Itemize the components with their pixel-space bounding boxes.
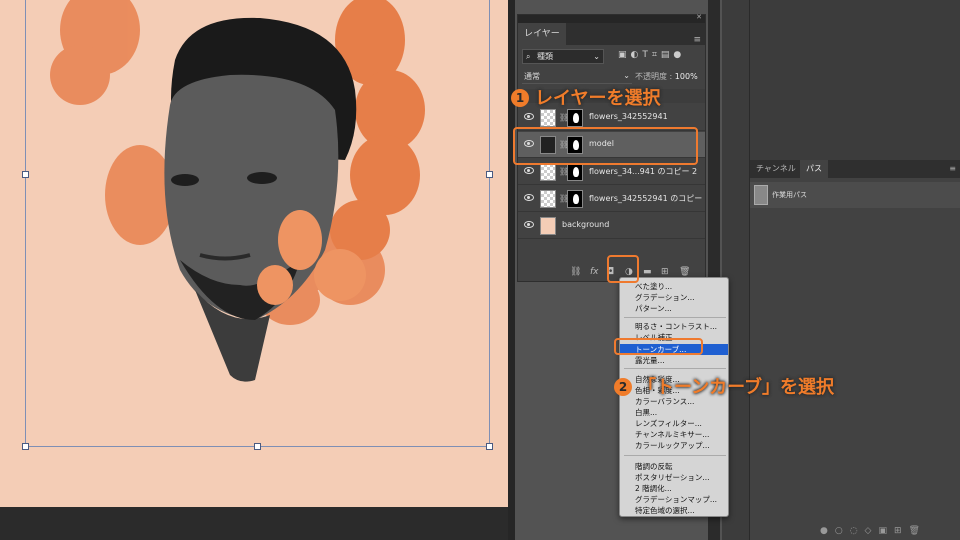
kind-filter-value: 種類 bbox=[537, 52, 553, 61]
panel-menu-icon[interactable]: ≡ bbox=[949, 164, 956, 173]
layer-thumbnail bbox=[540, 217, 556, 235]
highlight-curves-item bbox=[614, 338, 703, 355]
fx-icon[interactable]: fx bbox=[590, 267, 599, 277]
blend-opacity-row: 通常 ⌄ 不透明度 : 100% bbox=[522, 71, 703, 85]
menu-item-color-lookup[interactable]: カラールックアップ... bbox=[620, 440, 728, 451]
transform-handle-bottom-right[interactable] bbox=[486, 443, 493, 450]
menu-item-invert[interactable]: 階調の反転 bbox=[620, 461, 728, 472]
link-layers-icon[interactable]: ⛓ bbox=[570, 267, 581, 277]
eye-icon[interactable] bbox=[524, 221, 534, 228]
step2-number: 2 bbox=[614, 378, 632, 396]
layer-name: flowers_342552941 のコピー bbox=[589, 194, 703, 203]
layer-mask-thumbnail[interactable] bbox=[567, 109, 583, 127]
step2-text: 「トーンカーブ」を選択 bbox=[638, 377, 835, 398]
layer-mask-thumbnail[interactable] bbox=[567, 190, 583, 208]
menu-item-gradient[interactable]: グラデーション... bbox=[620, 292, 728, 303]
new-layer-icon[interactable]: ⊞ bbox=[661, 267, 669, 277]
canvas-scroll-gutter bbox=[508, 0, 515, 540]
layer-filter-row: ⌕ 種類 ⌄ ▣◐T⌗▤● bbox=[522, 49, 703, 65]
menu-separator bbox=[624, 368, 726, 369]
menu-item-posterize[interactable]: ポスタリゼーション... bbox=[620, 472, 728, 483]
step1-text: レイヤーを選択 bbox=[535, 88, 661, 109]
menu-item-channel-mixer[interactable]: チャンネルミキサー... bbox=[620, 429, 728, 440]
document-canvas-area[interactable] bbox=[0, 0, 515, 540]
layer-row[interactable]: background bbox=[518, 213, 705, 239]
trash-icon[interactable]: 🗑 bbox=[679, 267, 690, 277]
eye-icon[interactable] bbox=[524, 113, 534, 120]
transform-handle-bottom-left[interactable] bbox=[22, 443, 29, 450]
layer-thumbnail bbox=[540, 190, 556, 208]
step2-annotation: 2 「トーンカーブ」を選択 bbox=[614, 373, 834, 399]
menu-item-exposure[interactable]: 露光量... bbox=[620, 355, 728, 366]
path-row[interactable]: 作業用パス bbox=[750, 182, 960, 208]
menu-separator bbox=[624, 317, 726, 318]
opacity-label: 不透明度 : bbox=[635, 72, 673, 81]
menu-item-black-white[interactable]: 白黒... bbox=[620, 407, 728, 418]
opacity-control[interactable]: 不透明度 : 100% bbox=[635, 71, 698, 82]
step1-number: 1 bbox=[511, 89, 529, 107]
transform-bounding-box[interactable] bbox=[25, 0, 490, 447]
highlight-model-layer bbox=[513, 127, 698, 165]
channels-paths-panel: チャンネル パス ≡ 作業用パス ●○◌◇▣⊞🗑 bbox=[750, 160, 960, 540]
menu-item-selective-color[interactable]: 特定色域の選択... bbox=[620, 505, 728, 516]
menu-separator bbox=[624, 455, 726, 456]
eye-icon[interactable] bbox=[524, 194, 534, 201]
transform-handle-left[interactable] bbox=[22, 171, 29, 178]
paths-footer-icons[interactable]: ●○◌◇▣⊞🗑 bbox=[820, 526, 927, 536]
panel-grip[interactable]: ✕ bbox=[518, 13, 705, 23]
highlight-adjustment-button bbox=[607, 255, 639, 283]
menu-item-gradient-map[interactable]: グラデーションマップ... bbox=[620, 494, 728, 505]
menu-item-brightness-contrast[interactable]: 明るさ・コントラスト... bbox=[620, 321, 728, 332]
menu-item-pattern[interactable]: パターン... bbox=[620, 303, 728, 314]
layer-thumbnail bbox=[540, 109, 556, 127]
chevron-down-icon: ⌄ bbox=[623, 71, 630, 80]
transform-handle-right[interactable] bbox=[486, 171, 493, 178]
panel-menu-icon[interactable]: ≡ bbox=[693, 36, 701, 45]
menu-item-photo-filter[interactable]: レンズフィルター... bbox=[620, 418, 728, 429]
search-icon: ⌕ bbox=[526, 52, 531, 61]
channels-tabbar: チャンネル パス ≡ bbox=[750, 160, 960, 178]
tab-channels[interactable]: チャンネル bbox=[750, 160, 802, 178]
blend-mode-value: 通常 bbox=[524, 72, 540, 81]
layer-row[interactable]: ⛓ flowers_342552941 のコピー bbox=[518, 186, 705, 212]
artboard-image[interactable] bbox=[0, 0, 508, 507]
layers-tabbar: レイヤー ≡ bbox=[518, 23, 705, 45]
tab-paths[interactable]: パス bbox=[800, 160, 828, 178]
chevron-down-icon: ⌄ bbox=[593, 52, 600, 61]
step1-annotation: 1 レイヤーを選択 bbox=[511, 84, 660, 110]
close-icon[interactable]: ✕ bbox=[696, 13, 702, 21]
layer-thumbnail bbox=[540, 163, 556, 181]
layer-mask-thumbnail[interactable] bbox=[567, 163, 583, 181]
menu-item-threshold[interactable]: 2 階調化... bbox=[620, 483, 728, 494]
eye-icon[interactable] bbox=[524, 167, 534, 174]
blend-mode-select[interactable]: 通常 ⌄ bbox=[522, 71, 632, 84]
layer-name: flowers_34...941 のコピー 2 bbox=[589, 167, 698, 176]
opacity-value[interactable]: 100% bbox=[675, 72, 698, 81]
kind-filter-select[interactable]: ⌕ 種類 ⌄ bbox=[522, 49, 604, 64]
folder-icon[interactable]: ▬ bbox=[643, 267, 652, 277]
layer-name: flowers_342552941 bbox=[589, 112, 668, 121]
pasteboard bbox=[0, 507, 508, 540]
tab-layers[interactable]: レイヤー bbox=[518, 23, 566, 45]
path-thumbnail bbox=[754, 185, 768, 205]
layer-name: background bbox=[562, 220, 610, 229]
path-name: 作業用パス bbox=[772, 191, 807, 199]
filter-icons[interactable]: ▣◐T⌗▤● bbox=[618, 50, 685, 60]
transform-handle-bottom[interactable] bbox=[254, 443, 261, 450]
